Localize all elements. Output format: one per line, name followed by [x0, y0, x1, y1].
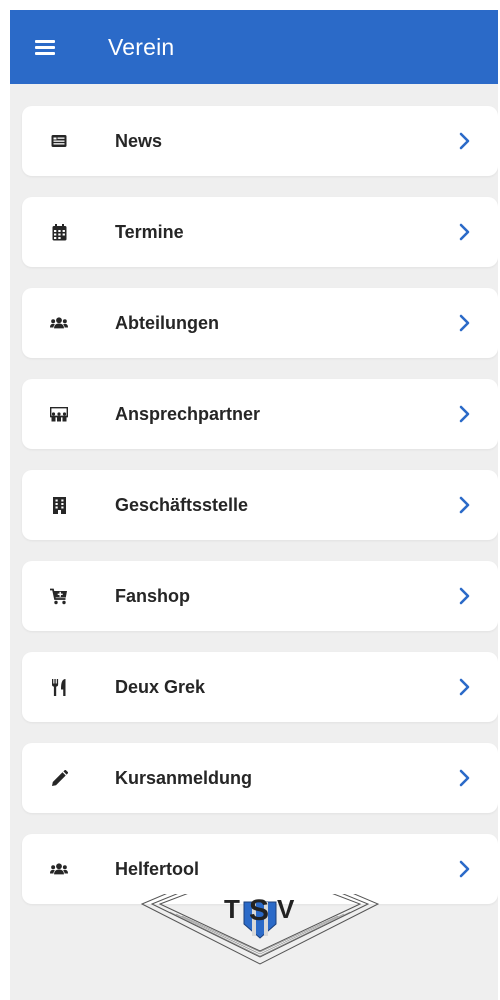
- chevron-right-icon: [459, 496, 470, 514]
- menu-item-label: Fanshop: [115, 585, 190, 606]
- menu-item-label: Kursanmeldung: [115, 767, 253, 788]
- menu-item-label: Termine: [115, 221, 184, 242]
- menu-item-abteilungen[interactable]: Abteilungen: [22, 288, 498, 358]
- building-icon: [50, 496, 68, 514]
- menu-item-label: Helfertool: [115, 858, 200, 879]
- screen: Verein News Termine Abteilungen Ansprech…: [0, 0, 500, 1000]
- menu-item-deux-grek[interactable]: Deux Grek: [22, 652, 498, 722]
- chevron-right-icon: [459, 860, 470, 878]
- chevron-right-icon: [459, 405, 470, 423]
- menu-item-label: News: [115, 130, 163, 151]
- menu-item-label: Abteilungen: [115, 312, 219, 333]
- chevron-right-icon: [459, 678, 470, 696]
- pencil-icon: [50, 769, 68, 787]
- newspaper-icon: [50, 132, 68, 150]
- app-bar: Verein: [10, 10, 498, 84]
- menu-item-kursanmeldung[interactable]: Kursanmeldung: [22, 743, 498, 813]
- menu-item-label: Geschäftsstelle: [115, 494, 249, 515]
- calendar-icon: [50, 223, 68, 241]
- menu-item-geschaeftsstelle[interactable]: Geschäftsstelle: [22, 470, 498, 540]
- chalkboard-teacher-icon: [50, 405, 68, 423]
- shopping-cart-icon: [50, 587, 68, 605]
- chevron-right-icon: [459, 132, 470, 150]
- menu-item-fanshop[interactable]: Fanshop: [22, 561, 498, 631]
- chevron-right-icon: [459, 314, 470, 332]
- users-icon: [50, 860, 68, 878]
- utensils-icon: [50, 678, 68, 696]
- app-container: Verein News Termine Abteilungen Ansprech…: [10, 10, 498, 1000]
- chevron-right-icon: [459, 587, 470, 605]
- chevron-right-icon: [459, 769, 470, 787]
- logo-letter-v: V: [277, 894, 295, 924]
- users-icon: [50, 314, 68, 332]
- menu-item-label: Deux Grek: [115, 676, 206, 697]
- menu-item-news[interactable]: News: [22, 106, 498, 176]
- hamburger-menu-icon[interactable]: [35, 36, 61, 58]
- chevron-right-icon: [459, 223, 470, 241]
- menu-item-label: Ansprechpartner: [115, 403, 261, 424]
- menu-list: News Termine Abteilungen Ansprechpartner…: [22, 106, 498, 925]
- logo-letter-s: S: [249, 894, 269, 927]
- page-title: Verein: [108, 33, 175, 60]
- menu-item-ansprechpartner[interactable]: Ansprechpartner: [22, 379, 498, 449]
- menu-item-termine[interactable]: Termine: [22, 197, 498, 267]
- tsv-logo: T S V: [140, 894, 380, 965]
- logo-letter-t: T: [224, 894, 240, 924]
